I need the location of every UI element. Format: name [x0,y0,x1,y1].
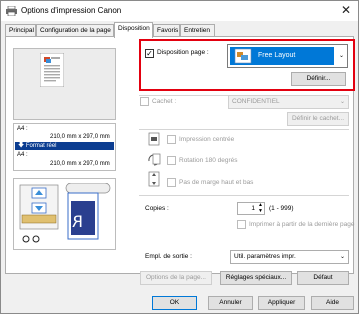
output-value: Util. paramètres impr. [234,253,296,260]
tab-disposition[interactable]: Disposition [114,22,153,38]
separator [139,129,349,130]
copies-value: 1 [251,205,255,212]
center-print-label: Impression centrée [179,136,235,143]
no-margin-label: Pas de marge haut et bas [179,179,254,186]
tab-label: Principal [9,27,34,34]
close-icon[interactable]: ✕ [341,3,351,17]
stamp-checkbox[interactable] [140,97,149,106]
format-reel-bar: 🡇 Format réel [15,142,114,150]
default-button[interactable]: Défaut [297,271,349,285]
print-options-window: Options d'impression Canon ✕ Principal C… [0,0,359,314]
paper-info-box: A4 : 210,0 mm x 297,0 mm 🡇 Format réel A… [13,123,116,171]
tab-label: Favoris [157,27,179,34]
paper-size-name: A4 : [17,126,28,132]
rotate-label: Rotation 180 degrés [179,157,238,164]
output-label: Empl. de sortie : [145,253,192,260]
chevron-down-icon: ⌄ [339,99,345,105]
reverse-order-checkbox[interactable] [237,220,246,229]
help-button[interactable]: Aide [311,296,354,310]
printer-icon [6,6,17,16]
center-print-checkbox[interactable] [167,135,176,144]
rotate-checkbox[interactable] [167,156,176,165]
chevron-down-icon: ⌄ [338,53,344,59]
cancel-button[interactable]: Annuler [208,296,253,310]
paper-size-dims: 210,0 mm x 297,0 mm [50,134,110,140]
window-title: Options d'impression Canon [21,6,122,15]
layout-selected-text: Free Layout [258,52,296,59]
layout-checkbox[interactable]: ✓ [145,49,154,58]
svg-text:R: R [72,212,83,231]
output-size-dims: 210,0 mm x 297,0 mm [50,161,110,167]
output-size-name: A4 : [17,152,28,158]
tab-label: Disposition [118,25,150,32]
preview-page-icon [40,53,64,87]
printer-paper-icon: R [19,183,111,243]
define-layout-button[interactable]: Définir... [291,72,346,86]
format-reel-label: Format réel [25,143,57,149]
center-page-icon [148,132,160,146]
title-bar: Options d'impression Canon ✕ [1,1,358,21]
no-margin-checkbox[interactable] [167,178,176,187]
define-stamp-button[interactable]: Définir le cachet... [287,112,349,126]
tab-label: Entretien [184,27,211,34]
apply-button[interactable]: Appliquer [258,296,305,310]
copies-label: Copies : [145,205,169,212]
ok-button[interactable]: OK [152,296,197,310]
tab-label: Configuration de la page [40,27,111,34]
stamp-label: Cachet : [152,98,177,105]
copies-stepper[interactable]: 1 ▲ ▼ [237,202,265,215]
page-options-button[interactable]: Options de la page... [140,271,212,285]
printer-illustration: R [13,178,116,250]
layout-selected-item: Free Layout [230,47,334,65]
layout-label: Disposition page : [157,49,209,56]
no-margin-icon [148,171,160,187]
special-settings-button[interactable]: Réglages spéciaux... [220,271,292,285]
stamp-value: CONFIDENTIEL [232,98,280,105]
rotate-icon [148,153,161,166]
chevron-down-icon: ⌄ [339,254,345,260]
free-layout-icon [234,48,252,64]
layout-select[interactable]: Free Layout ⌄ [227,44,348,68]
stepper-arrows-icon[interactable]: ▲ ▼ [258,202,263,214]
separator [139,195,349,196]
output-select[interactable]: Util. paramètres impr. ⌄ [230,250,349,264]
reverse-order-label: Imprimer à partir de la dernière page [249,221,355,228]
stamp-select[interactable]: CONFIDENTIEL ⌄ [228,95,349,109]
copies-range: (1 - 999) [269,205,294,212]
page-preview [13,48,116,120]
arrow-down-icon: 🡇 [18,143,26,149]
